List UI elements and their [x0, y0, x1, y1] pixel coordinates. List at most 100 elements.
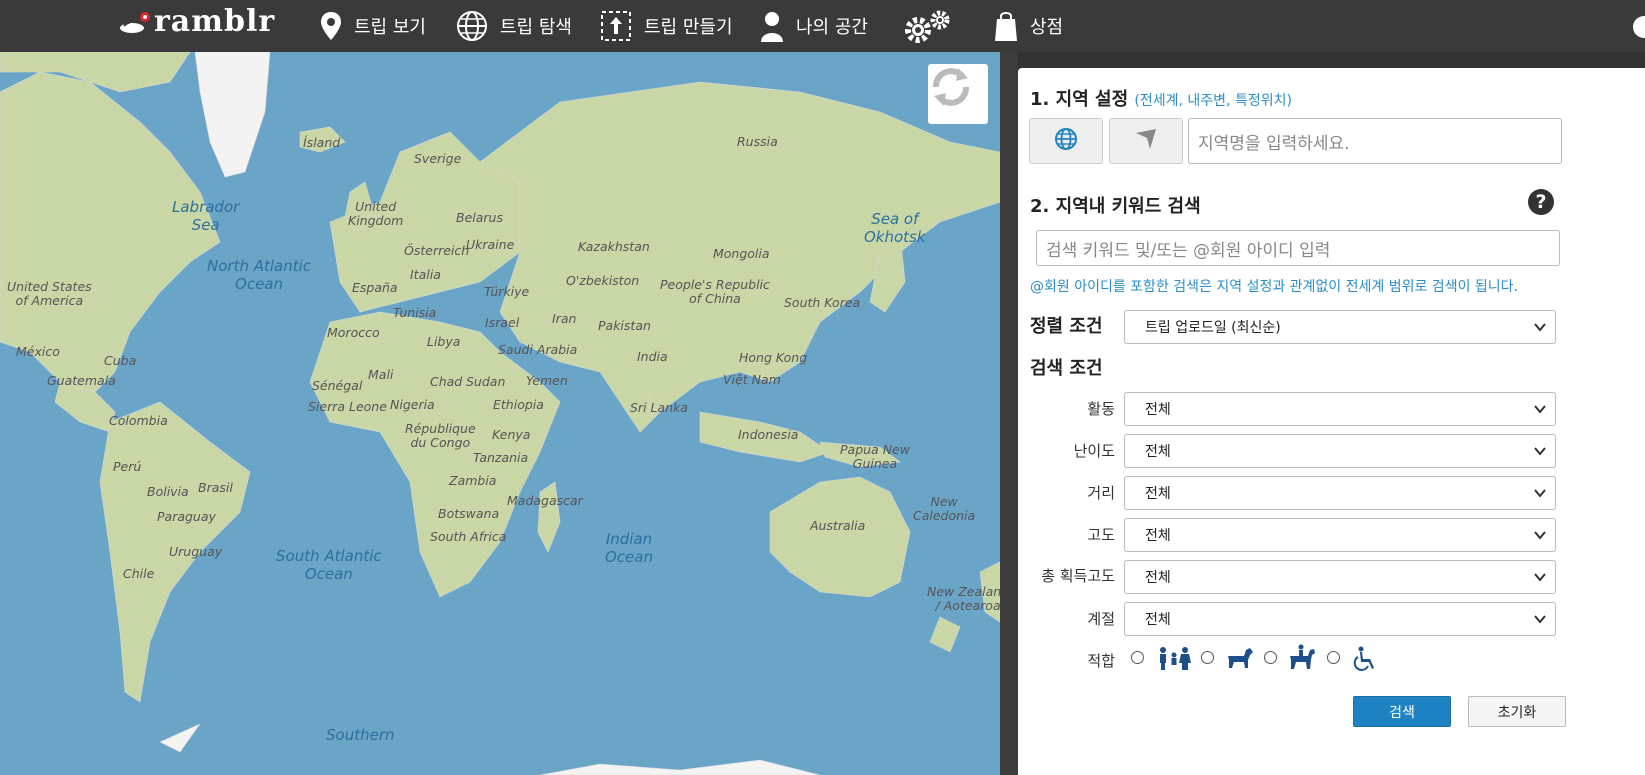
shopping-bag-icon — [994, 10, 1018, 42]
ocean-label: Southern — [326, 726, 395, 744]
sort-select[interactable]: 트립 업로드일 (최신순) — [1124, 310, 1556, 344]
filter-activity-select[interactable]: 전체 — [1124, 392, 1556, 426]
map-label: Belarus — [456, 210, 503, 225]
map-label: Zambia — [449, 473, 497, 488]
top-navigation-bar: ramblr 트립 보기 트립 탐색 트립 만들기 나의 공간 상점 — [0, 0, 1645, 52]
map-label: Morocco — [327, 325, 380, 340]
wheelchair-icon — [1352, 646, 1378, 676]
nav-shop[interactable]: 상점 — [994, 0, 1063, 52]
select-value: 전체 — [1145, 486, 1171, 502]
filter-season-label: 계절 — [1087, 610, 1115, 628]
map-label: Israel — [485, 315, 520, 330]
keyword-search-input[interactable]: 검색 키워드 및/또는 @회원 아이디 입력 — [1036, 230, 1560, 266]
map-label: Papua New Guinea — [840, 442, 910, 471]
map-label: Italia — [410, 267, 441, 282]
chevron-down-icon — [1533, 486, 1547, 504]
globe-icon — [456, 10, 488, 42]
map-label: Ethiopia — [493, 397, 544, 412]
map-label: Botswana — [438, 506, 500, 521]
chevron-down-icon — [1533, 612, 1547, 630]
suitability-horse-radio[interactable] — [1264, 651, 1277, 664]
world-map[interactable]: Ísland Sverige Russia United Kingdom Bel… — [0, 52, 1000, 775]
map-label: Tunisia — [393, 305, 437, 320]
map-label: Tanzania — [473, 450, 529, 465]
help-button[interactable]: ? — [1528, 189, 1554, 215]
map-label: South Africa — [430, 529, 507, 544]
suitability-family-radio[interactable] — [1131, 651, 1144, 664]
map-label: Pakistan — [598, 318, 651, 333]
map-label: India — [637, 349, 668, 364]
map-label: Colombia — [109, 413, 168, 428]
search-button[interactable]: 검색 — [1353, 696, 1451, 727]
location-arrow-icon — [1134, 127, 1158, 155]
nav-label: 트립 탐색 — [500, 17, 572, 38]
filter-altitude-select[interactable]: 전체 — [1124, 518, 1556, 552]
map-label: Ísland — [303, 135, 341, 150]
map-label: México — [16, 344, 60, 359]
chevron-down-icon — [1533, 320, 1547, 338]
worldwide-button[interactable] — [1029, 118, 1103, 164]
region-input-placeholder: 지역명을 입력하세요. — [1198, 133, 1350, 154]
suitability-wheelchair-radio[interactable] — [1327, 651, 1340, 664]
nav-view-trips[interactable]: 트립 보기 — [320, 0, 426, 52]
map-label: Sudan — [466, 374, 506, 389]
map-label: Chile — [123, 566, 155, 581]
filter-difficulty-select[interactable]: 전체 — [1124, 434, 1556, 468]
nav-label: 트립 만들기 — [644, 17, 733, 38]
map-label: Mali — [368, 367, 394, 382]
map-label: Türkiye — [484, 284, 530, 299]
nav-my-space[interactable]: 나의 공간 — [760, 0, 868, 52]
logo-text: ramblr — [154, 4, 276, 39]
filter-altitude-label: 고도 — [1087, 526, 1115, 544]
region-hint: (전세계, 내주변, 특정위치) — [1134, 93, 1292, 109]
map-label: New Caledonia — [913, 494, 976, 523]
region-input[interactable]: 지역명을 입력하세요. — [1188, 118, 1562, 164]
map-label: Chad — [430, 374, 463, 389]
map-label: République du Congo — [405, 421, 476, 450]
chevron-down-icon — [1533, 444, 1547, 462]
corner-button[interactable] — [1633, 16, 1645, 38]
map-label: Saudi Arabia — [498, 342, 578, 357]
select-value: 전체 — [1145, 528, 1171, 544]
ramblr-logo[interactable]: ramblr — [118, 4, 275, 39]
dog-icon — [1226, 646, 1254, 674]
map-label: Yemen — [526, 373, 568, 388]
search-panel: 1. 지역 설정 (전세계, 내주변, 특정위치) 지역명을 입력하세요. 2.… — [1018, 68, 1645, 775]
family-icon — [1157, 646, 1191, 674]
map-label: Libya — [427, 334, 461, 349]
map-label: Perú — [113, 459, 142, 474]
sort-label: 정렬 조건 — [1030, 316, 1103, 337]
map-label: United Kingdom — [348, 199, 404, 228]
nav-label: 트립 보기 — [354, 17, 426, 38]
map-label: Sri Lanka — [630, 400, 688, 415]
nearby-button[interactable] — [1109, 118, 1183, 164]
filter-elevation-gain-select[interactable]: 전체 — [1124, 560, 1556, 594]
map-label: Sierra Leone — [308, 399, 387, 414]
chevron-down-icon — [1533, 402, 1547, 420]
map-label: Brasil — [198, 480, 233, 495]
filters-section-title: 검색 조건 — [1030, 358, 1103, 379]
nav-settings[interactable] — [902, 0, 968, 52]
map-label: Iran — [552, 311, 577, 326]
suitability-dog-radio[interactable] — [1201, 651, 1214, 664]
map-label: Cuba — [104, 353, 137, 368]
nav-label: 상점 — [1030, 17, 1064, 38]
reset-button[interactable]: 초기화 — [1468, 696, 1566, 727]
keyword-input-placeholder: 검색 키워드 및/또는 @회원 아이디 입력 — [1046, 240, 1331, 261]
gears-icon — [902, 6, 956, 46]
nav-create-trip[interactable]: 트립 만들기 — [600, 0, 733, 52]
map-label: Ukraine — [466, 237, 515, 252]
nav-label: 나의 공간 — [796, 17, 868, 38]
map-label: Madagascar — [507, 493, 583, 508]
map-label: Indonesia — [738, 427, 799, 442]
logo-mark-icon — [118, 9, 152, 35]
refresh-button[interactable] — [928, 64, 988, 124]
map-label: Mongolia — [713, 246, 770, 261]
filter-distance-select[interactable]: 전체 — [1124, 476, 1556, 510]
keyword-section-title: 2. 지역내 키워드 검색 — [1030, 196, 1201, 217]
filter-season-select[interactable]: 전체 — [1124, 602, 1556, 636]
nav-explore-trips[interactable]: 트립 탐색 — [456, 0, 572, 52]
map-label: Österreich — [404, 243, 470, 258]
suitability-label: 적합 — [1087, 652, 1115, 670]
map-label: United States of America — [7, 279, 92, 308]
